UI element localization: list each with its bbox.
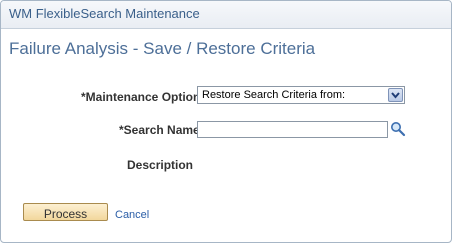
window-titlebar: WM FlexibleSearch Maintenance — [1, 1, 451, 29]
description-label: Description — [127, 158, 194, 172]
page-title: Failure Analysis - Save / Restore Criter… — [9, 39, 316, 58]
search-name-label: *Search Name — [119, 123, 200, 137]
window-title: WM FlexibleSearch Maintenance — [9, 6, 200, 21]
maintenance-option-select[interactable]: Restore Search Criteria from: — [197, 86, 405, 104]
magnifier-icon[interactable] — [390, 121, 406, 137]
window-frame: WM FlexibleSearch Maintenance Failure An… — [0, 0, 452, 243]
cancel-link[interactable]: Cancel — [115, 209, 149, 221]
search-name-input[interactable] — [197, 121, 388, 138]
process-button[interactable]: Process — [23, 203, 108, 221]
maintenance-option-value: Restore Search Criteria from: — [202, 89, 346, 101]
chevron-down-icon[interactable] — [388, 88, 403, 102]
maintenance-option-label: *Maintenance Option — [81, 90, 201, 104]
